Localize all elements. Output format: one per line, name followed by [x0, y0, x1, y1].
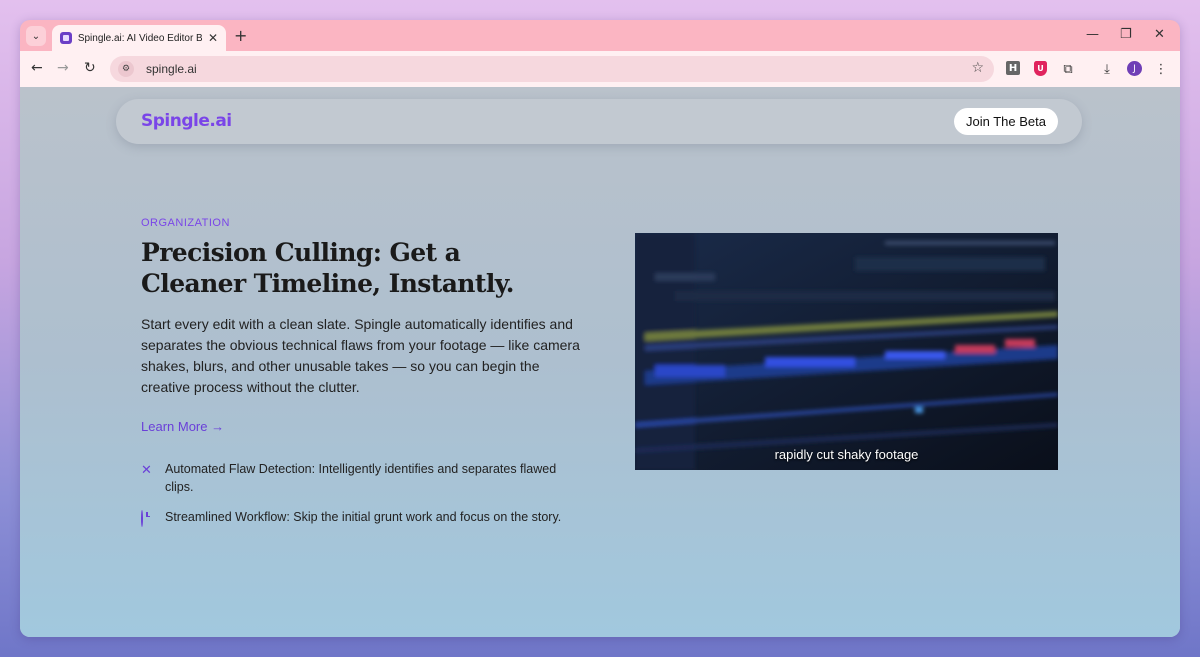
profile-avatar[interactable]: J: [1127, 61, 1142, 76]
site-logo[interactable]: Spingle.ai: [141, 111, 232, 131]
tab-close-icon[interactable]: ✕: [208, 31, 218, 45]
download-icon[interactable]: ⤓: [1099, 61, 1115, 77]
tab-active[interactable]: Spingle.ai: AI Video Editor Built ✕: [52, 25, 226, 51]
url-text: spingle.ai: [146, 62, 197, 76]
tab-search-icon[interactable]: ⌄: [26, 26, 46, 46]
section-eyebrow: ORGANIZATION: [141, 217, 230, 229]
menu-kebab-icon[interactable]: ⋮: [1153, 61, 1169, 77]
learn-more-link[interactable]: Learn More →: [141, 419, 224, 434]
video-frame-art: [635, 233, 1058, 470]
browser-window: ⌄ Spingle.ai: AI Video Editor Built ✕ + …: [20, 20, 1180, 637]
close-window-icon[interactable]: ✕: [1154, 27, 1165, 42]
bookmark-star-icon[interactable]: ☆: [971, 60, 984, 76]
forward-icon[interactable]: →: [57, 60, 69, 76]
feature-item: Streamlined Workflow: Skip the initial g…: [141, 508, 581, 528]
reload-icon[interactable]: ↻: [84, 60, 96, 76]
site-header: Spingle.ai Join The Beta: [116, 99, 1082, 144]
site-info-icon[interactable]: ⚙: [118, 61, 134, 77]
section-headline: Precision Culling: Get a Cleaner Timelin…: [141, 238, 514, 298]
extension-h-icon[interactable]: H: [1006, 61, 1020, 75]
minimize-icon[interactable]: —: [1086, 27, 1099, 42]
demo-video[interactable]: rapidly cut shaky footage: [635, 233, 1058, 470]
feature-text: Streamlined Workflow: Skip the initial g…: [165, 510, 562, 524]
new-tab-icon[interactable]: +: [234, 26, 247, 45]
ublock-shield-icon[interactable]: U: [1034, 61, 1047, 76]
browser-toolbar: ← → ↻ ⚙ spingle.ai ☆ H U ⧉ ⤓ J ⋮: [20, 51, 1180, 87]
tab-title: Spingle.ai: AI Video Editor Built: [77, 32, 202, 44]
x-icon: ✕: [141, 463, 152, 478]
feature-item: ✕ Automated Flaw Detection: Intelligentl…: [141, 460, 581, 496]
video-caption: rapidly cut shaky footage: [774, 447, 919, 462]
extensions-puzzle-icon[interactable]: ⧉: [1060, 61, 1076, 77]
join-beta-button[interactable]: Join The Beta: [954, 108, 1058, 135]
feature-text: Automated Flaw Detection: Intelligently …: [165, 462, 557, 494]
page-content: Spingle.ai Join The Beta ORGANIZATION Pr…: [20, 87, 1180, 637]
restore-icon[interactable]: ❐: [1120, 27, 1132, 42]
section-body: Start every edit with a clean slate. Spi…: [141, 316, 580, 395]
tab-strip: ⌄ Spingle.ai: AI Video Editor Built ✕ + …: [20, 20, 1180, 51]
address-bar[interactable]: ⚙ spingle.ai ☆: [110, 56, 994, 82]
favicon-icon: [60, 32, 72, 44]
back-icon[interactable]: ←: [31, 60, 43, 76]
clock-icon: [141, 508, 155, 528]
